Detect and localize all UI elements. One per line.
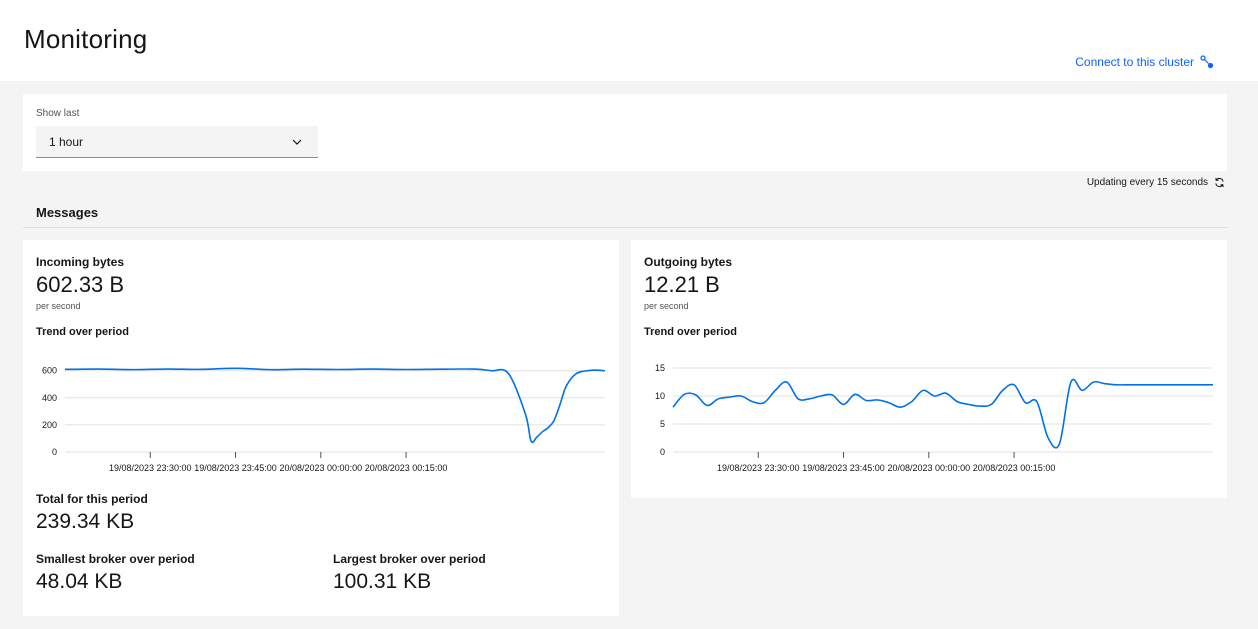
page-header: Monitoring Connect to this cluster xyxy=(0,0,1258,81)
messages-section-title: Messages xyxy=(36,205,99,220)
smallest-broker-label: Smallest broker over period xyxy=(36,552,195,566)
time-filter-panel: Show last 1 hour xyxy=(23,94,1227,171)
page-title: Monitoring xyxy=(24,24,148,54)
outgoing-bytes-card: Outgoing bytes 12.21 B per second Trend … xyxy=(631,240,1227,498)
y-tick-label: 15 xyxy=(655,363,665,373)
incoming-trend-label: Trend over period xyxy=(36,326,129,338)
connect-icon xyxy=(1200,55,1214,69)
x-tick-label: 20/08/2023 00:00:00 xyxy=(280,463,363,473)
incoming-title: Incoming bytes xyxy=(36,255,125,269)
incoming-unit: per second xyxy=(36,301,81,311)
series-line-outgoing xyxy=(672,378,1213,449)
y-tick-label: 200 xyxy=(42,420,57,430)
largest-broker-value: 100.31 KB xyxy=(333,570,432,593)
show-last-dropdown[interactable]: 1 hour xyxy=(36,126,318,158)
outgoing-unit: per second xyxy=(644,301,689,311)
y-tick-label: 0 xyxy=(52,447,57,457)
y-tick-label: 10 xyxy=(655,391,665,401)
x-tick-label: 19/08/2023 23:30:00 xyxy=(109,463,192,473)
section-divider xyxy=(23,227,1227,228)
x-tick-label: 19/08/2023 23:45:00 xyxy=(194,463,277,473)
series-line-incoming xyxy=(64,367,606,444)
update-status: Updating every 15 seconds xyxy=(1087,177,1225,188)
x-tick-label: 19/08/2023 23:45:00 xyxy=(802,463,885,473)
outgoing-trend-chart: 0 5 10 15 19/08/2023 23:30:00 19/08/2023 23:4… xyxy=(655,363,1214,473)
show-last-selected: 1 hour xyxy=(49,135,84,149)
incoming-trend-chart: 0 200 400 600 19/08/2023 23:30:00 19/08/2023 … xyxy=(42,366,606,473)
x-tick-label: 20/08/2023 00:15:00 xyxy=(365,463,448,473)
refresh-icon[interactable] xyxy=(1214,177,1225,188)
connect-cluster-link[interactable]: Connect to this cluster xyxy=(1075,55,1214,69)
x-tick-label: 19/08/2023 23:30:00 xyxy=(717,463,800,473)
outgoing-trend-label: Trend over period xyxy=(644,326,737,338)
y-tick-label: 600 xyxy=(42,366,57,376)
y-tick-label: 0 xyxy=(660,447,665,457)
outgoing-value: 12.21 B xyxy=(644,272,720,297)
update-status-text: Updating every 15 seconds xyxy=(1086,177,1208,188)
outgoing-title: Outgoing bytes xyxy=(644,255,732,269)
y-tick-label: 5 xyxy=(660,419,665,429)
x-tick-label: 20/08/2023 00:15:00 xyxy=(973,463,1056,473)
total-period-value: 239.34 KB xyxy=(36,510,135,533)
incoming-bytes-card: Incoming bytes 602.33 B per second Trend… xyxy=(23,240,619,616)
chevron-down-icon xyxy=(292,139,302,145)
largest-broker-label: Largest broker over period xyxy=(333,552,486,566)
x-tick-label: 20/08/2023 00:00:00 xyxy=(888,463,971,473)
incoming-value: 602.33 B xyxy=(36,272,125,297)
total-period-label: Total for this period xyxy=(36,492,148,506)
show-last-label: Show last xyxy=(36,108,80,119)
y-tick-label: 400 xyxy=(42,393,57,403)
smallest-broker-value: 48.04 KB xyxy=(36,570,123,593)
connect-cluster-label: Connect to this cluster xyxy=(1075,55,1194,69)
